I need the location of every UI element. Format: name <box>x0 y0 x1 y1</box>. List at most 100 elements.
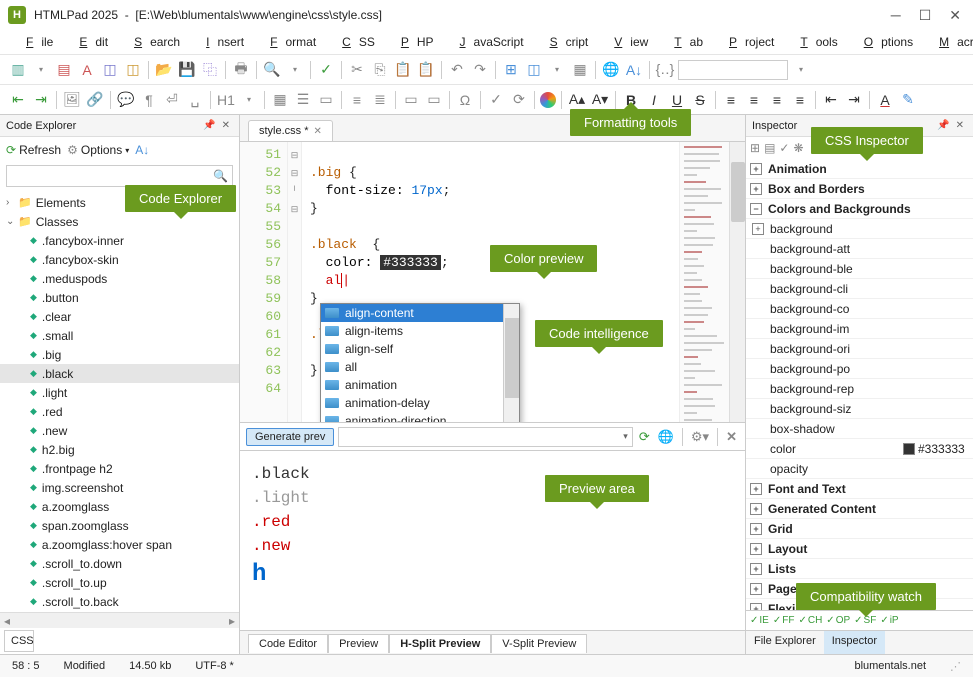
chevron-down-icon[interactable]: ▾ <box>31 60 51 80</box>
inspector-tool-icon[interactable]: ✓ <box>779 141 789 155</box>
font-color-icon[interactable]: A <box>875 90 895 110</box>
browser-icon[interactable]: 🌐 <box>656 429 676 445</box>
inspector-property[interactable]: background-po <box>746 359 973 379</box>
clipboard-list-icon[interactable]: 📋 <box>416 60 436 80</box>
new-html-icon[interactable]: ▤ <box>54 60 74 80</box>
copy-icon[interactable]: ⎘ <box>370 60 390 80</box>
tree-folder-classes[interactable]: ⌄📁Classes <box>0 212 239 231</box>
autocomplete-item[interactable]: align-items <box>321 322 503 340</box>
indent-right-icon[interactable]: ⇥ <box>844 90 864 110</box>
align-right-icon[interactable]: ≡ <box>767 90 787 110</box>
br-icon[interactable]: ⏎ <box>162 90 182 110</box>
tree-class-item[interactable]: ◆span.zoomglass <box>0 516 239 535</box>
inspector-property[interactable]: background-cli <box>746 279 973 299</box>
view-tab[interactable]: Code Editor <box>248 634 328 653</box>
tree-class-item[interactable]: ◆.meduspods <box>0 269 239 288</box>
menu-tab[interactable]: Tab <box>658 33 711 51</box>
inspector-tool-icon[interactable]: ▤ <box>764 141 775 155</box>
inspector-category[interactable]: +Layout <box>746 539 973 559</box>
autocomplete-item[interactable]: animation-delay <box>321 394 503 412</box>
autocomplete-item[interactable]: all <box>321 358 503 376</box>
close-panel-icon[interactable]: ✕ <box>956 120 964 131</box>
tidy-icon[interactable]: ⟳ <box>509 90 529 110</box>
new-css-icon[interactable]: A <box>77 60 97 80</box>
align-center-icon[interactable]: ≡ <box>744 90 764 110</box>
preview-url-input[interactable]: ▾ <box>338 427 632 447</box>
menu-macro[interactable]: Macro <box>923 33 973 51</box>
browser-preview-icon[interactable]: 🌐 <box>601 60 621 80</box>
comment-icon[interactable]: 💬 <box>116 90 136 110</box>
close-icon[interactable]: ✕ <box>949 7 961 24</box>
span-icon[interactable]: ▭ <box>424 90 444 110</box>
paste-icon[interactable]: 📋 <box>393 60 413 80</box>
align-justify-icon[interactable]: ≡ <box>790 90 810 110</box>
tree-class-item[interactable]: ◆.red <box>0 402 239 421</box>
toggle-view-icon[interactable]: ⊞ <box>501 60 521 80</box>
inspector-category[interactable]: +Animation <box>746 159 973 179</box>
italic-icon[interactable]: I <box>644 90 664 110</box>
inspector-property[interactable]: opacity <box>746 459 973 479</box>
chevron-down-icon[interactable]: ▾ <box>285 60 305 80</box>
link-icon[interactable]: 🔗 <box>85 90 105 110</box>
indent-left-icon[interactable]: ⇤ <box>821 90 841 110</box>
indent-icon[interactable]: ⇥ <box>31 90 51 110</box>
inspector-tool-icon[interactable]: ⊞ <box>750 141 760 155</box>
brackets-icon[interactable]: {‥} <box>655 60 675 80</box>
inspector-property[interactable]: +background <box>746 219 973 239</box>
tree-class-item[interactable]: ◆.clear <box>0 307 239 326</box>
inspector-category[interactable]: +Font and Text <box>746 479 973 499</box>
menu-javascript[interactable]: JavaScript <box>444 33 532 51</box>
tree-class-item[interactable]: ◆img.screenshot <box>0 478 239 497</box>
form-icon[interactable]: ☰ <box>293 90 313 110</box>
paragraph-icon[interactable]: ¶ <box>139 90 159 110</box>
inspector-property[interactable]: background-im <box>746 319 973 339</box>
strike-icon[interactable]: S <box>690 90 710 110</box>
file-tab[interactable]: style.css *✕ <box>248 120 333 141</box>
tree-class-item[interactable]: ◆.frontpage h2 <box>0 459 239 478</box>
autocomplete-item[interactable]: animation-direction <box>321 412 503 422</box>
generate-preview-button[interactable]: Generate prev <box>246 428 334 446</box>
inspector-property[interactable]: background-att <box>746 239 973 259</box>
horizontal-scrollbar[interactable]: ◂▸ <box>0 612 239 628</box>
chevron-down-icon[interactable]: ▾ <box>547 60 567 80</box>
close-tab-icon[interactable]: ✕ <box>314 126 322 137</box>
inspector-category[interactable]: −Colors and Backgrounds <box>746 199 973 219</box>
inspector-property[interactable]: background-ori <box>746 339 973 359</box>
refresh-preview-icon[interactable]: ⟳ <box>637 429 652 445</box>
validate-icon[interactable]: ✓ <box>486 90 506 110</box>
view-tab[interactable]: H-Split Preview <box>389 634 491 653</box>
menu-file[interactable]: File <box>10 33 61 51</box>
autocomplete-item[interactable]: align-self <box>321 340 503 358</box>
new-js-icon[interactable]: ◫ <box>123 60 143 80</box>
inspector-property[interactable]: background-co <box>746 299 973 319</box>
close-preview-icon[interactable]: ✕ <box>724 429 739 445</box>
pin-icon[interactable]: 📌 <box>203 120 215 131</box>
inspector-property[interactable]: background-ble <box>746 259 973 279</box>
inspector-tool-icon[interactable]: ❋ <box>793 141 803 155</box>
refresh-button[interactable]: ⟳Refresh <box>6 143 61 157</box>
view-tab[interactable]: V-Split Preview <box>491 634 587 653</box>
minimap[interactable] <box>679 142 729 422</box>
search-icon[interactable]: 🔍 <box>213 169 228 183</box>
spellcheck-icon[interactable]: ✓ <box>316 60 336 80</box>
tree-class-item[interactable]: ◆.scroll_to.up <box>0 573 239 592</box>
search-icon[interactable]: 🔍 <box>262 60 282 80</box>
sort-icon[interactable]: A↓ <box>135 143 149 157</box>
tree-class-item[interactable]: ◆a.zoomglass:hover span <box>0 535 239 554</box>
font-increase-icon[interactable]: A▴ <box>567 90 587 110</box>
right-tab[interactable]: Inspector <box>824 631 885 654</box>
tree-class-item[interactable]: ◆.light <box>0 383 239 402</box>
view-tab[interactable]: Preview <box>328 634 389 653</box>
input-icon[interactable]: ▭ <box>316 90 336 110</box>
menu-css[interactable]: CSS <box>326 33 383 51</box>
inspector-property[interactable]: color#333333 <box>746 439 973 459</box>
autocomplete-scrollbar[interactable] <box>503 304 519 422</box>
tree-class-item[interactable]: ◆.fancybox-skin <box>0 250 239 269</box>
special-char-icon[interactable]: Ω <box>455 90 475 110</box>
new-php-icon[interactable]: ◫ <box>100 60 120 80</box>
inspector-category[interactable]: +Generated Content <box>746 499 973 519</box>
tree-class-item[interactable]: ◆.fancybox-inner <box>0 231 239 250</box>
inspector-category[interactable]: +Grid <box>746 519 973 539</box>
split-icon[interactable]: ◫ <box>524 60 544 80</box>
nbsp-icon[interactable]: ␣ <box>185 90 205 110</box>
